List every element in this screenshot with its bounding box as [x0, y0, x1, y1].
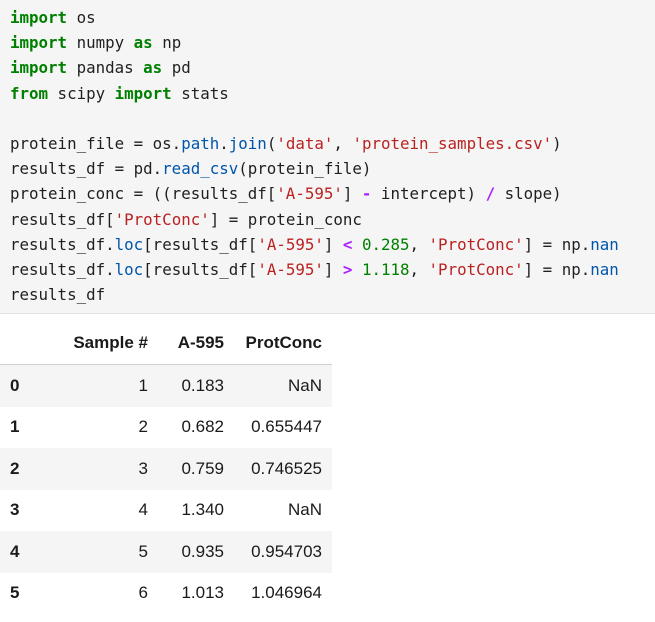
- cell-sample: 6: [138, 583, 148, 603]
- code-editor[interactable]: import os import numpy as np import pandas…: [0, 0, 655, 307]
- code-line: results_df.loc[results_df['A-595'] > 1.1…: [10, 259, 619, 279]
- table-row: 5 6 1.013 1.046964: [0, 572, 332, 614]
- row-index: 0: [10, 375, 20, 395]
- cell-sample: 2: [138, 417, 148, 437]
- code-line: from scipy import stats: [10, 83, 229, 103]
- table-header-row: Sample # A-595 ProtConc: [0, 322, 332, 365]
- cell-protconc: 1.046964: [251, 583, 322, 603]
- row-index: 4: [10, 541, 20, 561]
- code-line: import pandas as pd: [10, 58, 191, 78]
- code-line: import numpy as np: [10, 33, 182, 53]
- code-line: results_df = pd.read_csv(protein_file): [10, 159, 372, 179]
- cell-sample: 1: [138, 375, 148, 395]
- row-index: 3: [10, 500, 20, 520]
- column-header-protconc: ProtConc: [234, 322, 332, 365]
- table-row: 4 5 0.935 0.954703: [0, 531, 332, 573]
- code-line: results_df: [10, 285, 106, 305]
- cell-sample: 4: [138, 500, 148, 520]
- cell-protconc: 0.954703: [251, 541, 322, 561]
- cell-a595: 0.183: [181, 375, 224, 395]
- code-line: protein_conc = ((results_df['A-595'] - i…: [10, 184, 562, 204]
- code-line: results_df.loc[results_df['A-595'] < 0.2…: [10, 234, 619, 254]
- table-row: 1 2 0.682 0.655447: [0, 406, 332, 448]
- cell-output: Sample # A-595 ProtConc 0 1 0.183 NaN 1 …: [0, 322, 332, 614]
- cell-a595: 1.340: [181, 500, 224, 520]
- table-row: 3 4 1.340 NaN: [0, 489, 332, 531]
- cell-a595: 0.935: [181, 541, 224, 561]
- row-index: 2: [10, 458, 20, 478]
- column-header-a595: A-595: [158, 322, 234, 365]
- cell-sample: 3: [138, 458, 148, 478]
- index-header: [0, 322, 42, 365]
- code-line: protein_file = os.path.join('data', 'pro…: [10, 133, 562, 153]
- cell-protconc: 0.655447: [251, 417, 322, 437]
- cell-protconc: NaN: [287, 375, 322, 395]
- column-header-sample: Sample #: [42, 322, 158, 365]
- cell-protconc: 0.746525: [251, 458, 322, 478]
- cell-a595: 0.759: [181, 458, 224, 478]
- code-line: results_df['ProtConc'] = protein_conc: [10, 209, 362, 229]
- table-row: 2 3 0.759 0.746525: [0, 448, 332, 490]
- code-cell[interactable]: import os import numpy as np import pandas…: [0, 0, 655, 314]
- cell-sample: 5: [138, 541, 148, 561]
- code-line: import os: [10, 8, 96, 27]
- cell-a595: 0.682: [181, 417, 224, 437]
- table-row: 0 1 0.183 NaN: [0, 364, 332, 407]
- cell-a595: 1.013: [181, 583, 224, 603]
- cell-protconc: NaN: [287, 500, 322, 520]
- row-index: 5: [10, 583, 20, 603]
- row-index: 1: [10, 417, 20, 437]
- dataframe-table: Sample # A-595 ProtConc 0 1 0.183 NaN 1 …: [0, 322, 332, 614]
